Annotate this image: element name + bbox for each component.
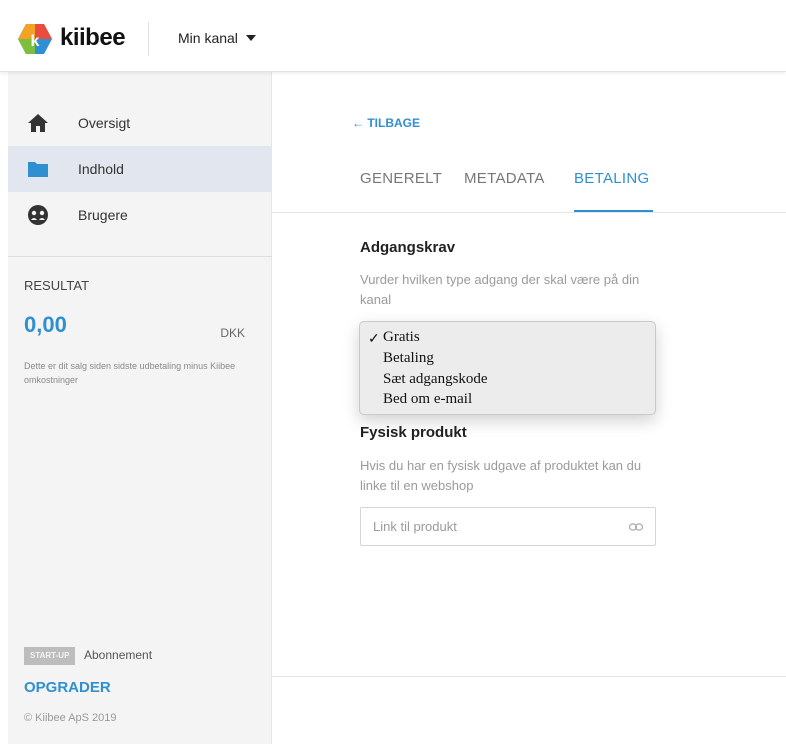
folder-icon	[28, 162, 48, 177]
access-option-email[interactable]: Bed om e-mail	[383, 391, 472, 408]
sidebar-item-label: Oversigt	[78, 115, 131, 131]
sidebar-divider	[8, 256, 272, 257]
header-divider	[148, 22, 149, 56]
sidebar-item-indhold[interactable]: Indhold	[8, 146, 272, 192]
product-link-input[interactable]	[361, 508, 631, 545]
brand-name: kiibee	[60, 24, 126, 51]
access-option-adgangskode[interactable]: Sæt adgangskode	[383, 371, 488, 388]
access-option-betaling[interactable]: Betaling	[383, 350, 434, 367]
users-icon	[28, 205, 48, 225]
tab-metadata[interactable]: METADATA	[464, 170, 545, 187]
result-value: 0,00	[24, 312, 67, 337]
channel-selector[interactable]: Min kanal	[178, 30, 256, 46]
result-note: Dette er dit salg siden sidste udbetalin…	[24, 361, 236, 385]
plan-badge: START-UP	[24, 647, 76, 665]
access-title: Adgangskrav	[360, 239, 456, 256]
sidebar: Oversigt Indhold Brugere RESULTAT 0,00 D…	[8, 72, 272, 744]
kiibee-logo-icon[interactable]: k	[18, 24, 52, 54]
footer-divider	[272, 676, 786, 677]
tab-betaling[interactable]: BETALING	[574, 170, 649, 187]
sidebar-item-label: Brugere	[78, 207, 128, 223]
tabs-divider	[272, 212, 786, 213]
link-icon	[629, 523, 643, 531]
product-link-field[interactable]	[360, 507, 656, 546]
result-heading: RESULTAT	[24, 278, 90, 293]
home-icon	[28, 114, 48, 132]
access-option-gratis[interactable]: Gratis	[383, 329, 420, 346]
plan-label: Abonnement	[84, 648, 153, 662]
svg-text:k: k	[31, 33, 40, 50]
back-link[interactable]: ← TILBAGE	[352, 116, 420, 130]
physical-title: Fysisk produkt	[360, 424, 467, 441]
access-dropdown-menu[interactable]: ✓ Gratis Betaling Sæt adgangskode Bed om…	[359, 321, 656, 415]
caret-down-icon	[245, 35, 256, 41]
sidebar-item-oversigt[interactable]: Oversigt	[8, 100, 272, 146]
sidebar-item-label: Indhold	[78, 161, 124, 177]
upgrade-link[interactable]: OPGRADER	[24, 679, 111, 696]
result-currency: DKK	[220, 326, 245, 340]
tab-generelt[interactable]: GENERELT	[360, 170, 442, 187]
physical-description: Hvis du har en fysisk udgave af produkte…	[360, 458, 642, 493]
access-description: Vurder hvilken type adgang der skal være…	[360, 272, 640, 307]
channel-label: Min kanal	[178, 30, 238, 46]
copyright-text: © Kiibee ApS 2019	[24, 712, 117, 724]
top-bar: k kiibee Min kanal	[0, 0, 786, 72]
checkmark-icon: ✓	[368, 332, 380, 347]
sidebar-item-brugere[interactable]: Brugere	[8, 192, 272, 238]
